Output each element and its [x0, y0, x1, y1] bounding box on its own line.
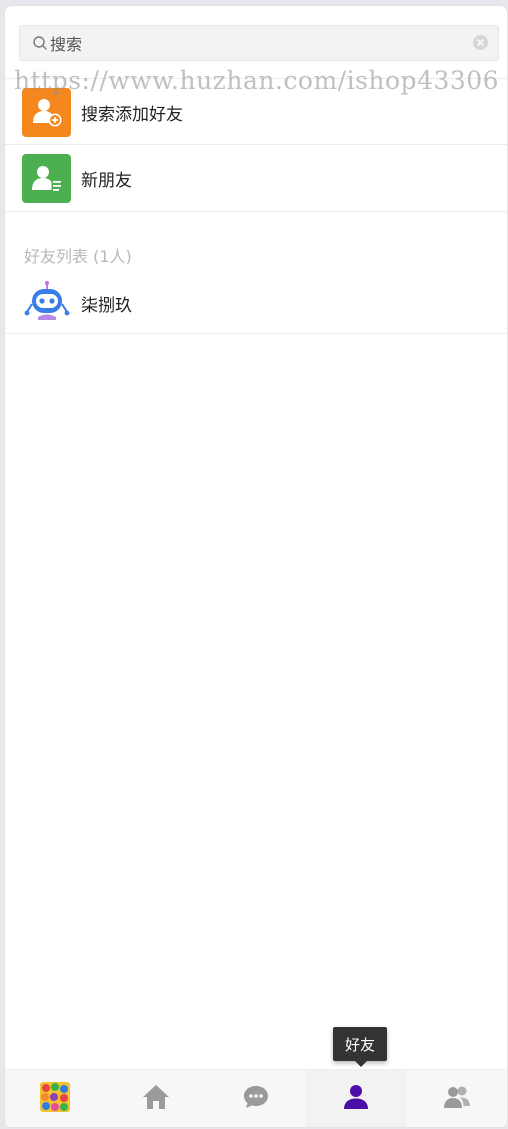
- friends-tooltip: 好友: [333, 1027, 387, 1067]
- chat-bubble-icon: [242, 1084, 270, 1114]
- robot-avatar-icon: [22, 279, 71, 328]
- new-friends-row[interactable]: 新朋友: [5, 146, 507, 212]
- friends-section-title: 好友列表 (1人): [24, 247, 132, 266]
- friend-name: 柒捌玖: [81, 296, 132, 316]
- bottom-tab-bar: [5, 1069, 507, 1127]
- new-friends-label: 新朋友: [81, 171, 132, 191]
- search-add-friend-row[interactable]: 搜索添加好友: [5, 80, 507, 145]
- clear-icon[interactable]: [473, 35, 488, 50]
- home-icon: [142, 1084, 170, 1114]
- tab-home[interactable]: [105, 1070, 205, 1127]
- user-icon: [342, 1084, 370, 1114]
- tab-friends[interactable]: [306, 1070, 407, 1127]
- add-user-icon: [22, 87, 71, 137]
- search-input[interactable]: 搜索: [19, 25, 499, 61]
- tab-groups[interactable]: [407, 1070, 507, 1127]
- new-friend-icon: [22, 154, 71, 203]
- divider: [5, 78, 507, 79]
- group-icon: [443, 1084, 471, 1114]
- friend-list-item[interactable]: 柒捌玖: [5, 274, 507, 334]
- search-bar[interactable]: 搜索: [19, 25, 499, 61]
- search-icon: [32, 35, 48, 51]
- contacts-panel: 搜索 搜索添加好友 新朋友 好友列表 (1人) 柒捌玖: [4, 5, 508, 1128]
- tab-apps[interactable]: [5, 1070, 105, 1127]
- colorful-grid-icon: [40, 1081, 71, 1116]
- tab-messages[interactable]: [206, 1070, 306, 1127]
- search-add-friend-label: 搜索添加好友: [81, 104, 183, 125]
- search-placeholder: 搜索: [50, 35, 83, 54]
